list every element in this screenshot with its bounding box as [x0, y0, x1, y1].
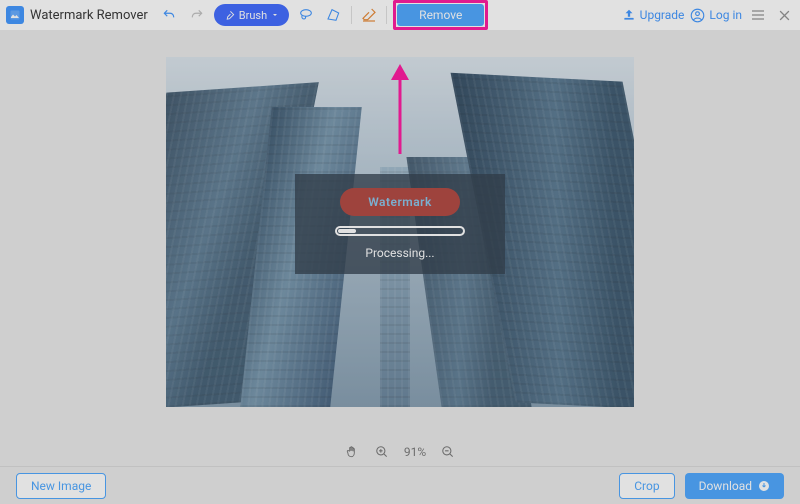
- processing-overlay: Watermark Processing...: [295, 174, 505, 274]
- lasso-tool[interactable]: [295, 4, 317, 26]
- toolbar: Watermark Remover Brush Remove: [0, 0, 800, 30]
- app-root: Watermark Remover Brush Remove: [0, 0, 800, 504]
- upload-icon: [622, 8, 636, 22]
- remove-highlight: Remove: [393, 0, 488, 30]
- login-label: Log in: [709, 8, 742, 22]
- progress-bar: [335, 226, 465, 236]
- undo-button[interactable]: [158, 4, 180, 26]
- menu-button[interactable]: [748, 5, 768, 25]
- zoom-in-button[interactable]: [374, 444, 390, 460]
- download-button[interactable]: Download: [685, 473, 784, 499]
- app-title: Watermark Remover: [30, 8, 148, 23]
- close-button[interactable]: [774, 5, 794, 25]
- crop-button[interactable]: Crop: [619, 473, 674, 499]
- remove-button[interactable]: Remove: [397, 4, 484, 26]
- login-link[interactable]: Log in: [690, 8, 742, 23]
- new-image-button[interactable]: New Image: [16, 473, 106, 499]
- redo-button[interactable]: [186, 4, 208, 26]
- download-label: Download: [699, 479, 752, 493]
- chevron-down-icon: [271, 11, 279, 19]
- zoom-bar: 91%: [0, 438, 800, 466]
- brush-tool-button[interactable]: Brush: [214, 4, 289, 26]
- zoom-level: 91%: [404, 445, 426, 459]
- user-icon: [690, 8, 705, 23]
- hand-tool[interactable]: [344, 444, 360, 460]
- download-icon: [758, 480, 770, 492]
- canvas-area: Watermark Processing...: [0, 30, 800, 434]
- eraser-tool[interactable]: [358, 4, 380, 26]
- processing-label: Processing...: [365, 246, 434, 260]
- separator: [351, 6, 352, 24]
- separator: [386, 6, 387, 24]
- zoom-out-button[interactable]: [440, 444, 456, 460]
- polygon-tool[interactable]: [323, 4, 345, 26]
- watermark-badge: Watermark: [340, 188, 460, 216]
- upgrade-label: Upgrade: [640, 8, 685, 22]
- bottom-bar: New Image Crop Download: [0, 466, 800, 504]
- app-logo: [6, 6, 24, 24]
- image-preview[interactable]: Watermark Processing...: [166, 57, 634, 407]
- upgrade-link[interactable]: Upgrade: [622, 8, 685, 22]
- brush-label: Brush: [239, 9, 267, 22]
